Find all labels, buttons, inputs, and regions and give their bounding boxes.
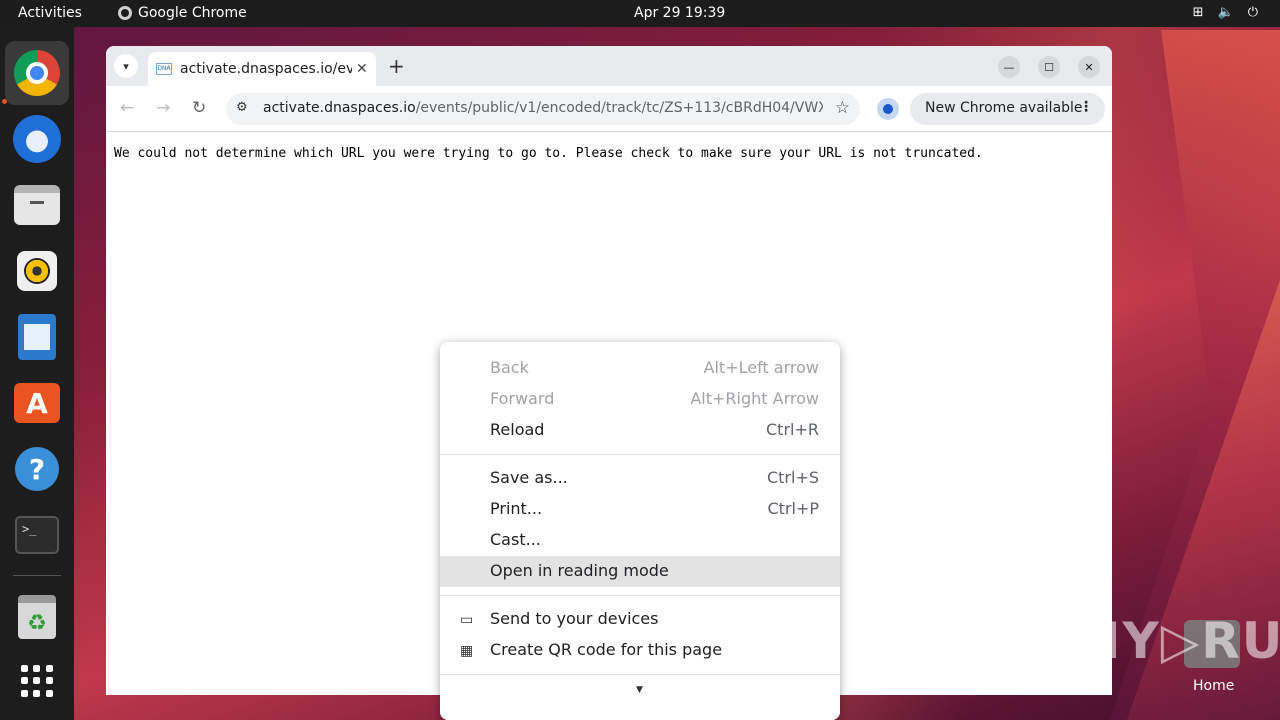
menu-item-label: Print... (490, 499, 543, 518)
dock-software[interactable]: A (5, 371, 69, 435)
watermark: ANY▷RUN (1038, 612, 1280, 670)
menu-separator (440, 595, 840, 596)
menu-item-shortcut: Ctrl+S (766, 468, 819, 487)
dock-show-apps[interactable] (5, 649, 69, 713)
menu-item-label: Create QR code for this page (490, 640, 723, 659)
minimize-icon: — (1003, 60, 1015, 74)
dock-rhythmbox[interactable] (5, 239, 69, 303)
favicon-icon: DNA (156, 63, 172, 75)
qr-code-icon: ▦ (460, 643, 474, 659)
writer-icon (18, 314, 56, 360)
dock-chrome[interactable] (5, 41, 69, 105)
app-name: Google Chrome (138, 5, 247, 21)
kebab-menu-icon[interactable]: ⋮ (1079, 99, 1093, 115)
system-tray[interactable]: ⊞ 🔈 ⏻ (1193, 5, 1258, 20)
thunderbird-icon (13, 115, 61, 163)
menu-item-label: Open in reading mode (490, 561, 669, 580)
profile-avatar[interactable] (877, 98, 899, 120)
new-tab-button[interactable]: + (388, 54, 405, 78)
home-label: Home (1193, 678, 1235, 694)
url-text[interactable]: activate.dnaspaces.io/events/public/v1/e… (263, 100, 823, 116)
url-host: activate.dnaspaces.io (263, 100, 416, 116)
power-icon: ⏻ (1247, 5, 1258, 20)
close-window-button[interactable]: ✕ (1078, 56, 1100, 78)
context-menu: Back Alt+Left arrow Forward Alt+Right Ar… (440, 342, 840, 720)
software-store-icon: A (14, 383, 60, 423)
show-apps-icon (21, 665, 53, 697)
activities-button[interactable]: Activities (18, 5, 82, 21)
volume-icon: 🔈 (1217, 5, 1234, 20)
chevron-down-icon: ▾ (123, 59, 129, 73)
menu-item-reading-mode[interactable]: Open in reading mode (440, 556, 840, 587)
menu-item-shortcut: Alt+Right Arrow (690, 389, 819, 408)
rhythmbox-icon (17, 251, 57, 291)
tab-search-button[interactable]: ▾ (114, 54, 138, 78)
running-indicator (2, 99, 7, 104)
menu-separator (440, 454, 840, 455)
dock-separator (13, 575, 61, 576)
menu-item-shortcut: Alt+Left arrow (703, 358, 819, 377)
bookmark-star-icon[interactable]: ☆ (835, 98, 850, 118)
menu-item-qr-code[interactable]: ▦ Create QR code for this page (440, 635, 840, 666)
reload-button[interactable]: ↻ (192, 98, 206, 118)
address-bar[interactable]: ⚙ activate.dnaspaces.io/events/public/v1… (226, 93, 860, 125)
clock[interactable]: Apr 29 19:39 (634, 5, 725, 21)
menu-item-forward[interactable]: Forward Alt+Right Arrow (440, 384, 840, 415)
menu-item-shortcut: Ctrl+R (766, 420, 819, 439)
update-chrome-button[interactable]: New Chrome available ⋮ (910, 93, 1105, 125)
browser-toolbar: ← → ↻ ⚙ activate.dnaspaces.io/events/pub… (106, 86, 1112, 132)
forward-button[interactable]: → (156, 98, 170, 118)
menu-item-send-to-devices[interactable]: ▭ Send to your devices (440, 604, 840, 635)
dock-trash[interactable]: ♻ (5, 585, 69, 649)
menu-item-label: Save as... (490, 468, 568, 487)
maximize-icon: ☐ (1044, 60, 1054, 74)
help-icon: ? (15, 447, 59, 491)
trash-icon: ♻ (18, 595, 56, 639)
menu-item-label: Reload (490, 420, 545, 439)
laptop-icon: ▭ (460, 612, 474, 628)
menu-item-label: Forward (490, 389, 555, 408)
back-button[interactable]: ← (120, 98, 134, 118)
page-message: We could not determine which URL you wer… (114, 146, 983, 161)
chrome-icon (118, 6, 132, 20)
close-icon: ✕ (1084, 60, 1094, 74)
files-icon (14, 185, 60, 225)
site-info-icon[interactable]: ⚙ (236, 100, 248, 115)
dock-files[interactable] (5, 173, 69, 237)
dock-help[interactable]: ? (5, 437, 69, 501)
menu-item-shortcut: Ctrl+P (767, 499, 819, 518)
chrome-icon (14, 50, 60, 96)
menu-item-cast[interactable]: Cast... (440, 525, 840, 556)
top-bar: Activities Google Chrome Apr 29 19:39 ⊞ … (0, 0, 1280, 27)
dock-thunderbird[interactable] (5, 107, 69, 171)
tab-active[interactable]: DNA activate.dnaspaces.io/ev ✕ (148, 52, 376, 86)
minimize-button[interactable]: — (998, 56, 1020, 78)
app-menu[interactable]: Google Chrome (118, 5, 247, 21)
tab-strip: ▾ DNA activate.dnaspaces.io/ev ✕ + — ☐ ✕ (106, 46, 1112, 86)
url-path: /events/public/v1/encoded/track/tc/ZS+11… (415, 100, 823, 116)
menu-item-label: Cast... (490, 530, 541, 549)
menu-separator (440, 674, 840, 675)
dock: A ? >_ ♻ (0, 27, 74, 720)
menu-item-print[interactable]: Print... Ctrl+P (440, 494, 840, 525)
menu-item-label: Send to your devices (490, 609, 659, 628)
menu-item-reload[interactable]: Reload Ctrl+R (440, 415, 840, 446)
dock-writer[interactable] (5, 305, 69, 369)
maximize-button[interactable]: ☐ (1038, 56, 1060, 78)
menu-item-save-as[interactable]: Save as... Ctrl+S (440, 463, 840, 494)
tab-title: activate.dnaspaces.io/ev (180, 61, 352, 77)
close-tab-icon[interactable]: ✕ (356, 61, 368, 77)
network-icon: ⊞ (1192, 5, 1204, 20)
dock-terminal[interactable]: >_ (5, 503, 69, 567)
more-items-chevron-down-icon[interactable]: ▼ (636, 685, 643, 695)
menu-item-label: Back (490, 358, 529, 377)
menu-item-back[interactable]: Back Alt+Left arrow (440, 353, 840, 384)
update-chip-label: New Chrome available (925, 100, 1083, 116)
terminal-icon: >_ (15, 516, 59, 554)
